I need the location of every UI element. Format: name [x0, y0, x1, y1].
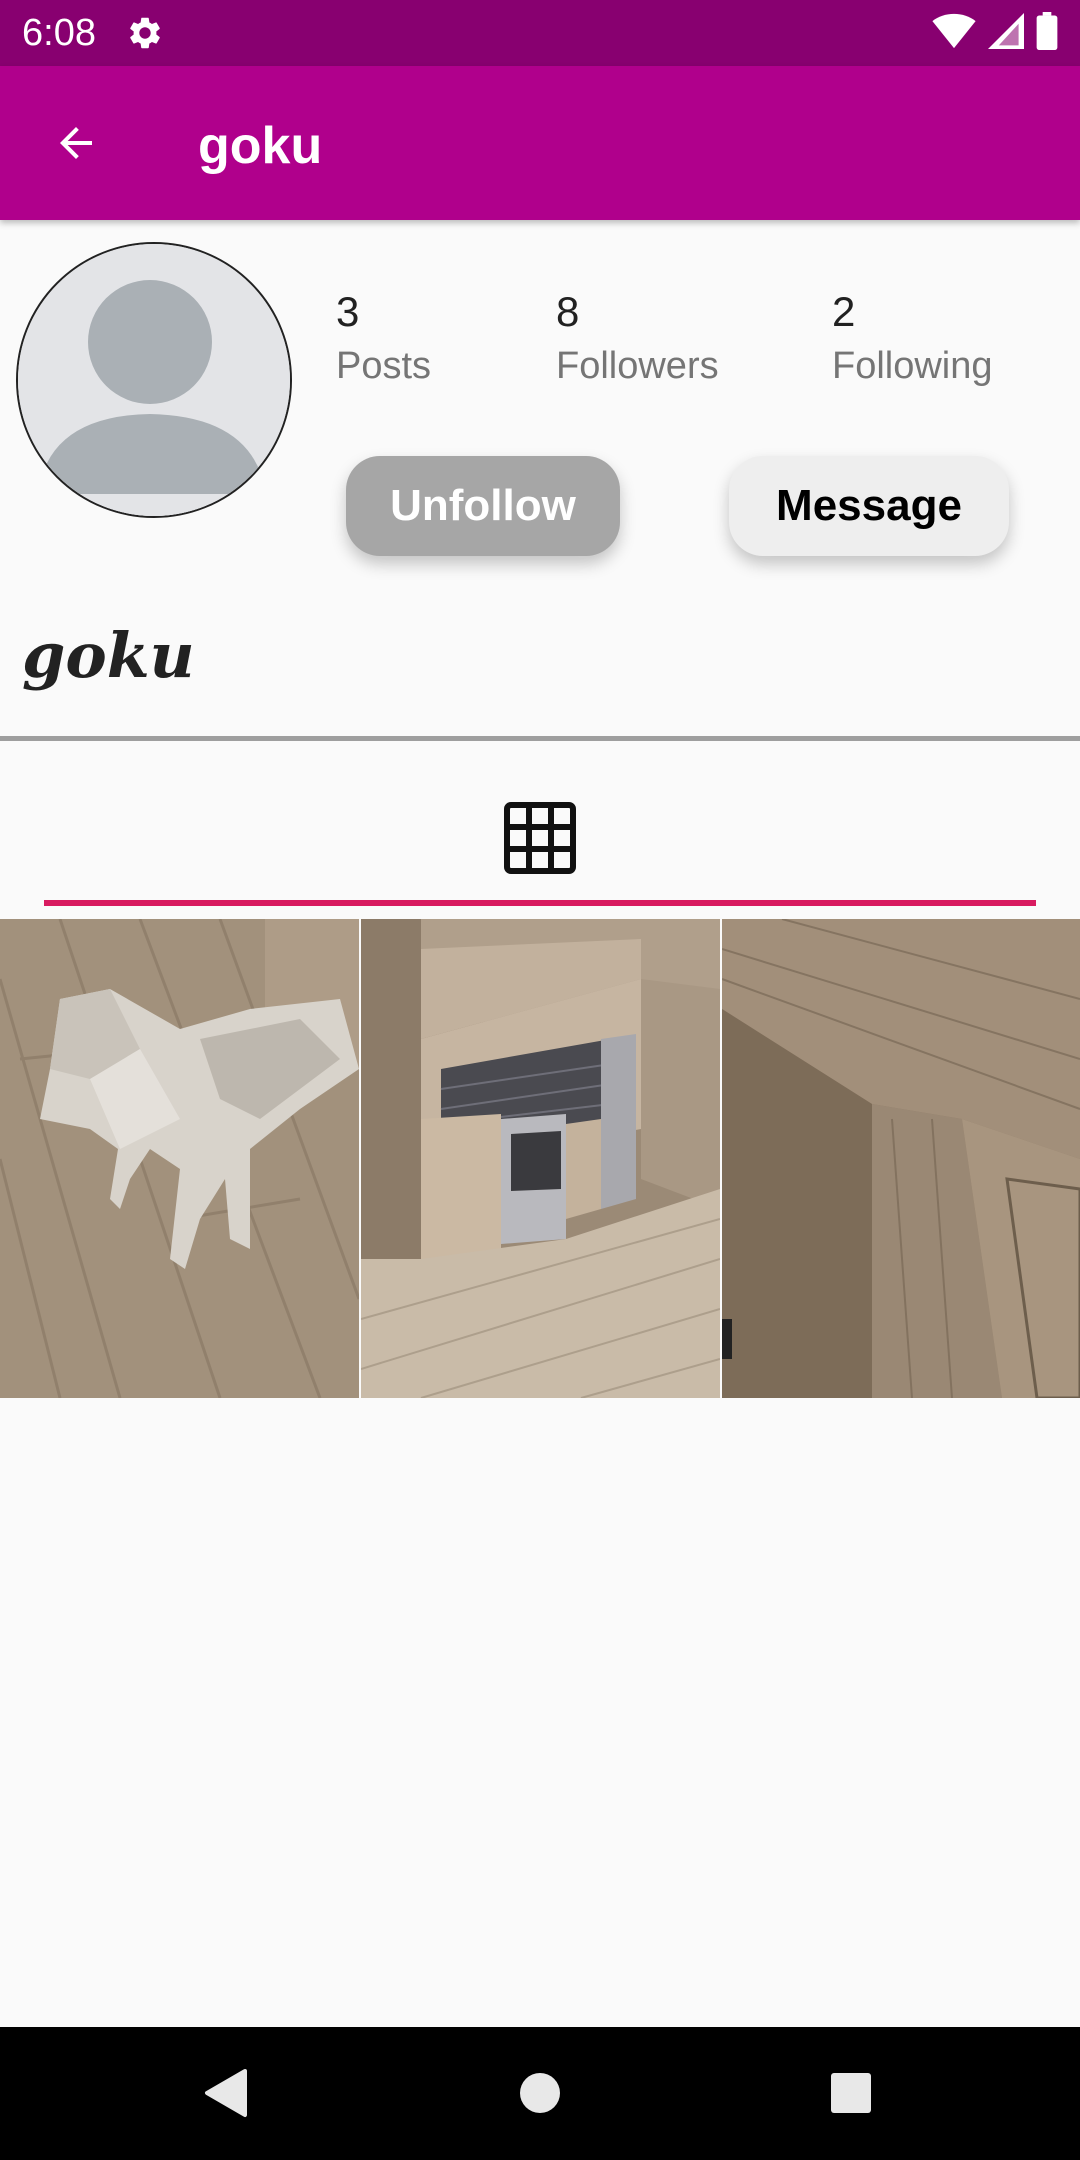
app-bar: goku: [0, 66, 1080, 220]
avatar[interactable]: [16, 242, 292, 518]
status-time: 6:08: [22, 12, 96, 54]
system-nav-bar: [0, 2027, 1080, 2160]
signal-icon: [988, 12, 1024, 54]
tab-grid[interactable]: [44, 760, 1036, 906]
following-label: Following: [832, 345, 993, 387]
followers-label: Followers: [556, 345, 719, 387]
battery-icon: [1036, 11, 1058, 55]
arrow-back-icon: [52, 119, 100, 172]
post-thumbnail-kitchen[interactable]: [361, 919, 720, 1398]
page-title: goku: [198, 117, 323, 175]
stat-followers[interactable]: 8 Followers: [556, 286, 719, 390]
divider: [0, 736, 1080, 741]
nav-back-button[interactable]: [186, 2055, 266, 2135]
followers-count: 8: [556, 288, 580, 335]
back-button[interactable]: [40, 109, 112, 181]
default-person-avatar-icon: [18, 244, 290, 516]
recents-square-icon: [830, 2072, 872, 2119]
tab-indicator: [44, 900, 1036, 906]
stat-following[interactable]: 2 Following: [832, 286, 993, 390]
status-icons: [932, 11, 1058, 55]
nav-recents-button[interactable]: [811, 2055, 891, 2135]
posts-label: Posts: [336, 345, 432, 387]
unfollow-button[interactable]: Unfollow: [346, 456, 620, 556]
posts-count: 3: [336, 288, 360, 335]
status-bar: 6:08: [0, 0, 1080, 66]
home-circle-icon: [518, 2071, 562, 2120]
profile-display-name: goku: [22, 619, 195, 692]
stat-posts[interactable]: 3 Posts: [336, 286, 431, 390]
post-thumbnail-dog[interactable]: [0, 919, 359, 1398]
post-thumbnail-room[interactable]: [722, 919, 1080, 1398]
back-triangle-icon: [203, 2068, 249, 2123]
grid-icon: [504, 802, 576, 874]
following-count: 2: [832, 288, 856, 335]
post-grid: [0, 919, 1080, 1398]
nav-home-button[interactable]: [500, 2055, 580, 2135]
settings-icon: [126, 14, 164, 52]
wifi-icon: [932, 13, 976, 54]
message-button[interactable]: Message: [729, 456, 1009, 556]
